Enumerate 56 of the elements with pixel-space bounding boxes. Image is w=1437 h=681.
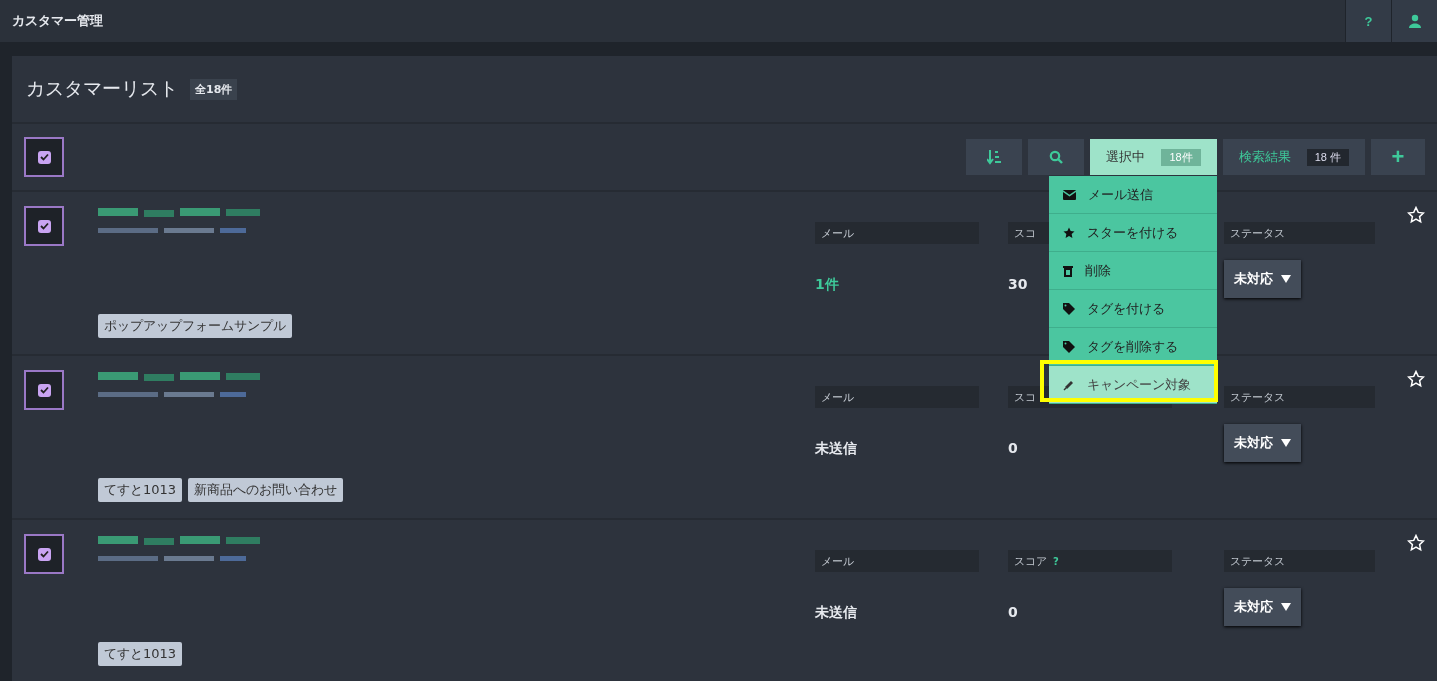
tab[interactable]: 選択中 18件 bbox=[1090, 139, 1217, 175]
search-button[interactable] bbox=[1028, 139, 1085, 175]
help-button[interactable]: ? bbox=[1345, 0, 1391, 42]
total-count: 全18件 bbox=[190, 78, 238, 100]
score-value: 30 bbox=[1008, 276, 1028, 292]
user-button[interactable] bbox=[1391, 0, 1437, 42]
trash-icon bbox=[1062, 264, 1073, 277]
sort-button[interactable] bbox=[966, 139, 1023, 175]
user-icon[interactable] bbox=[1408, 14, 1421, 28]
tag-icon bbox=[1062, 302, 1075, 315]
select-all-checkbox[interactable] bbox=[24, 137, 64, 177]
mail-value: 未送信 bbox=[815, 604, 857, 622]
check-icon bbox=[39, 153, 49, 161]
mail-value: 未送信 bbox=[815, 440, 857, 458]
status-header: ステータス bbox=[1224, 550, 1375, 572]
row-checkbox[interactable] bbox=[24, 206, 64, 246]
row-checkbox[interactable] bbox=[24, 370, 64, 410]
mail-value[interactable]: 1件 bbox=[815, 276, 839, 294]
row-checkbox[interactable] bbox=[24, 534, 64, 574]
status-header: ステータス bbox=[1224, 222, 1375, 244]
status-dropdown[interactable]: 未対応 bbox=[1224, 588, 1301, 626]
status-dropdown[interactable]: 未対応 bbox=[1224, 260, 1301, 298]
star-icon[interactable] bbox=[1407, 534, 1425, 552]
score-value: 0 bbox=[1008, 604, 1018, 620]
status-dropdown[interactable]: 未対応 bbox=[1224, 424, 1301, 462]
check-icon bbox=[39, 222, 49, 230]
tag-icon bbox=[1062, 340, 1075, 353]
caret-icon bbox=[1281, 275, 1291, 283]
mail-header: メール bbox=[815, 386, 979, 408]
score-label: スコ bbox=[1014, 389, 1036, 405]
score-value: 0 bbox=[1008, 440, 1018, 456]
tag-label: 新商品へのお問い合わせ bbox=[188, 478, 344, 502]
star-icon[interactable] bbox=[1407, 206, 1425, 224]
check-icon bbox=[39, 386, 49, 394]
help-icon[interactable]: ? bbox=[1053, 555, 1059, 567]
search-icon[interactable] bbox=[1049, 150, 1064, 164]
mail-header: メール bbox=[815, 222, 979, 244]
status-header: ステータス bbox=[1224, 386, 1375, 408]
score-label: スコア bbox=[1014, 553, 1047, 569]
caret-icon bbox=[1281, 439, 1291, 447]
check-icon bbox=[39, 550, 49, 558]
mail-header: メール bbox=[815, 550, 979, 572]
add-button[interactable]: + bbox=[1371, 139, 1425, 175]
tag-label: てすと1013 bbox=[98, 642, 183, 666]
pen-icon bbox=[1062, 378, 1075, 391]
envelope-icon bbox=[1062, 189, 1076, 200]
list-title: カスタマーリスト bbox=[26, 76, 178, 101]
tag-label: ポップアップフォームサンプル bbox=[98, 314, 292, 338]
score-label: スコ bbox=[1014, 225, 1036, 241]
caret-icon bbox=[1281, 603, 1291, 611]
star-icon[interactable] bbox=[1407, 370, 1425, 388]
tag-label: てすと1013 bbox=[98, 478, 183, 502]
star-icon bbox=[1062, 226, 1075, 239]
sort-icon[interactable] bbox=[987, 149, 1002, 165]
app-title: カスタマー管理 bbox=[11, 12, 103, 30]
tab[interactable]: 検索結果 18 件 bbox=[1222, 139, 1365, 175]
